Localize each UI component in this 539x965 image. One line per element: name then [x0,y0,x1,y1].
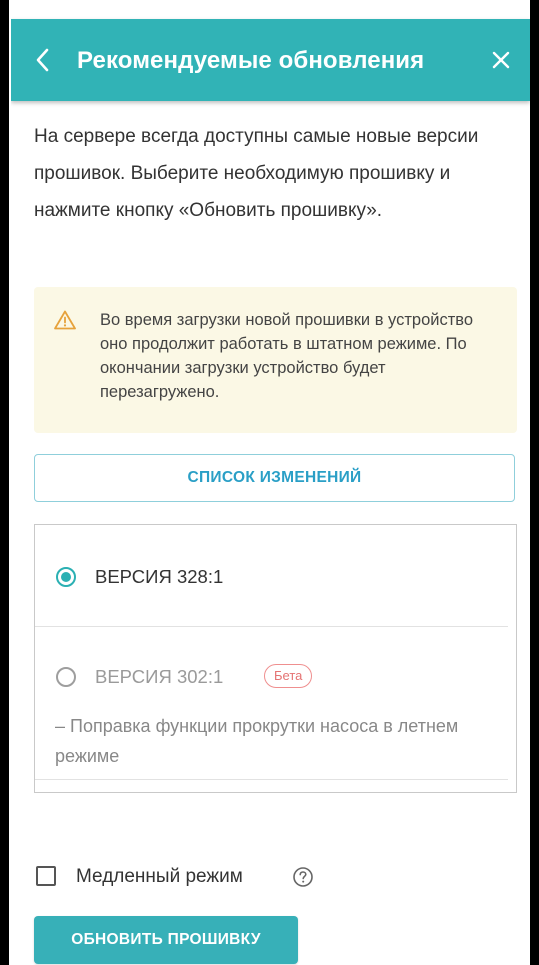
version-label: ВЕРСИЯ 302:1 [95,666,224,687]
close-icon [492,51,510,69]
warning-triangle-icon [54,310,76,330]
version-label: ВЕРСИЯ 328:1 [95,566,224,587]
slow-mode-label[interactable]: Медленный режим [76,866,243,888]
changes-list-button[interactable]: СПИСОК ИЗМЕНЕНИЙ [34,454,515,502]
version-description: – Поправка функции прокрутки насоса в ле… [55,716,459,766]
warning-text: Во время загрузки новой прошивки в устро… [100,311,474,401]
chevron-left-icon [36,48,49,72]
beta-badge: Бета [264,664,313,688]
window-border-right [530,0,539,965]
intro-text: На сервере всегда доступны самые новые в… [34,126,479,221]
header-bar: Рекомендуемые обновления [11,19,530,101]
version-radio-selected[interactable] [56,567,76,587]
version-radio[interactable] [56,667,76,687]
back-button[interactable] [23,40,63,80]
version-option-302[interactable]: ВЕРСИЯ 302:1 Бета – Поправка функции про… [35,627,508,780]
warning-notice: Во время загрузки новой прошивки в устро… [34,287,517,433]
page-title: Рекомендуемые обновления [77,47,425,74]
version-list: ВЕРСИЯ 328:1 ВЕРСИЯ 302:1 Бета – Поправк… [34,524,517,793]
slow-mode-option: Медленный режим [34,863,334,893]
close-button[interactable] [481,40,521,80]
version-option-328[interactable]: ВЕРСИЯ 328:1 [35,525,508,627]
window-border-left [0,0,9,965]
update-firmware-button[interactable]: ОБНОВИТЬ ПРОШИВКУ [34,916,298,964]
slow-mode-checkbox[interactable] [36,866,56,886]
help-circle-icon[interactable] [292,866,314,888]
firmware-update-panel: Рекомендуемые обновления На сервере всег… [11,10,530,965]
